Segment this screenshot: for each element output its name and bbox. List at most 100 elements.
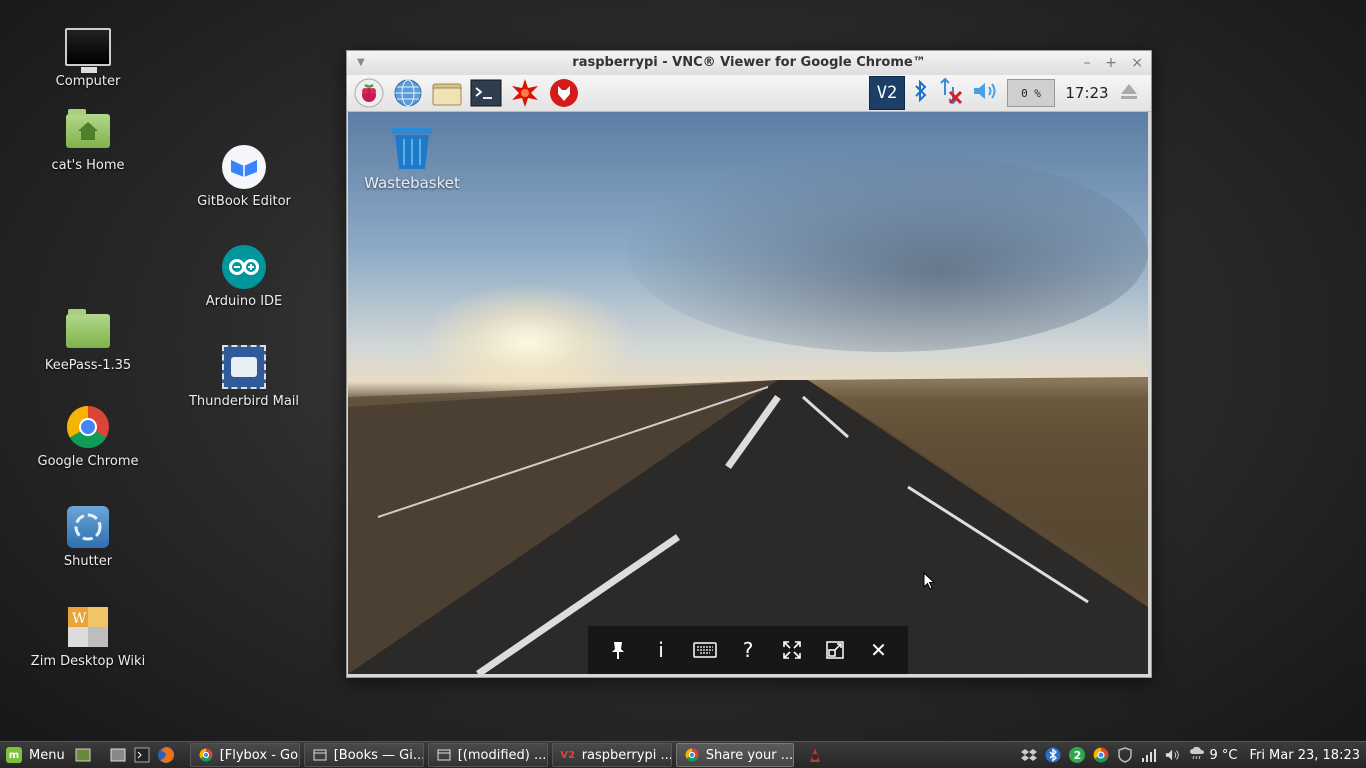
terminal-icon[interactable]: [470, 77, 502, 109]
weather-temperature: 9 °C: [1209, 747, 1238, 763]
cloud-rain-icon: [1189, 746, 1205, 764]
desktop-icon-label: GitBook Editor: [197, 194, 291, 209]
chrome-icon: [685, 748, 699, 762]
firefox-icon[interactable]: [157, 746, 175, 764]
fullscreen-icon[interactable]: [778, 636, 806, 664]
desktop-icon-label: KeePass-1.35: [44, 358, 132, 373]
desktop-icon-keepass[interactable]: KeePass-1.35: [28, 308, 148, 373]
files-icon[interactable]: [431, 77, 463, 109]
help-icon[interactable]: ?: [734, 636, 762, 664]
task-label: raspberrypi ...: [581, 747, 672, 763]
gitbook-icon: [221, 144, 267, 190]
globe-icon[interactable]: [392, 77, 424, 109]
mathematica-icon[interactable]: [509, 77, 541, 109]
chrome-icon: [199, 748, 213, 762]
raspberry-pi-panel: V2 0 % 17:23: [347, 75, 1151, 112]
desktop-icon-arduino[interactable]: Arduino IDE: [184, 244, 304, 309]
desktop-icon-label: Zim Desktop Wiki: [30, 654, 146, 669]
desktop-icon-shutter[interactable]: Shutter: [28, 504, 148, 569]
desktop-icon-chrome[interactable]: Google Chrome: [28, 404, 148, 469]
bluetooth-icon[interactable]: [1045, 747, 1061, 763]
network-disconnected-icon[interactable]: [937, 77, 963, 109]
trash-icon: [390, 126, 434, 170]
desktop-icon-computer[interactable]: Computer: [28, 24, 148, 89]
bluetooth-icon[interactable]: [913, 79, 929, 107]
task-label: [Flybox - Go...: [219, 747, 299, 763]
badge-count: 2: [1073, 748, 1082, 762]
clock-datetime[interactable]: Fri Mar 23, 18:23: [1249, 748, 1360, 763]
desktop-icon-label: Shutter: [63, 554, 113, 569]
scale-icon[interactable]: [821, 636, 849, 664]
folder-icon: [65, 308, 111, 354]
wolfram-icon[interactable]: [548, 77, 580, 109]
shield-icon[interactable]: [1117, 747, 1133, 763]
window-titlebar[interactable]: ▼ raspberrypi - VNC® Viewer for Google C…: [347, 51, 1151, 75]
cpu-usage-monitor[interactable]: 0 %: [1007, 79, 1055, 107]
minimize-button[interactable]: –: [1084, 55, 1091, 71]
task-label: [Books — Gi...: [333, 747, 424, 763]
taskbar-task-flybox[interactable]: [Flybox - Go...: [189, 743, 300, 767]
start-menu-button[interactable]: m Menu: [0, 742, 71, 768]
desktop-icon-label: Google Chrome: [37, 454, 139, 469]
pi-clock[interactable]: 17:23: [1063, 84, 1111, 102]
desktop-icon-thunderbird[interactable]: Thunderbird Mail: [184, 344, 304, 409]
zim-wiki-icon: W: [65, 604, 111, 650]
chrome-icon: [65, 404, 111, 450]
window-icon: [437, 748, 451, 762]
close-window-button[interactable]: ×: [1131, 55, 1143, 71]
vnc-icon: V2: [560, 749, 576, 761]
raspberry-icon[interactable]: [353, 77, 385, 109]
arduino-icon: [221, 244, 267, 290]
shutter-icon: [65, 504, 111, 550]
desktop-icon-label: cat's Home: [51, 158, 125, 173]
vnc-viewer-window: ▼ raspberrypi - VNC® Viewer for Google C…: [346, 50, 1152, 678]
window-title: raspberrypi - VNC® Viewer for Google Chr…: [572, 55, 926, 70]
svg-text:W: W: [72, 611, 87, 627]
taskbar-task-books[interactable]: [Books — Gi...: [303, 743, 424, 767]
cpu-usage-text: 0 %: [1021, 86, 1041, 100]
mouse-pointer-icon: [923, 571, 936, 594]
close-icon[interactable]: ✕: [865, 636, 893, 664]
terminal-icon[interactable]: [133, 746, 151, 764]
desktop-icon-gitbook[interactable]: GitBook Editor: [184, 144, 304, 209]
maximize-button[interactable]: +: [1105, 55, 1117, 71]
desktop-icon-home[interactable]: cat's Home: [28, 108, 148, 173]
info-icon[interactable]: i: [647, 636, 675, 664]
desktop-icon-label: Wastebasket: [364, 174, 460, 192]
menu-label: Menu: [29, 747, 65, 763]
desktop-icon-label: Computer: [55, 74, 121, 89]
dropbox-icon[interactable]: [1021, 747, 1038, 763]
keyboard-icon[interactable]: [691, 636, 719, 664]
taskbar-task-share[interactable]: Share your ...: [675, 743, 794, 767]
thunderbird-icon: [221, 344, 267, 390]
remote-desktop-viewport[interactable]: Wastebasket i ? ✕: [348, 112, 1148, 674]
vnc-icon[interactable]: V2: [869, 76, 905, 110]
system-tray: 2 9 °C Fri Mar 23, 18:23: [1013, 742, 1366, 768]
desktop-icon-label: Thunderbird Mail: [188, 394, 300, 409]
home-folder-icon: [65, 108, 111, 154]
desktop-icon-label: Arduino IDE: [205, 294, 283, 309]
file-manager-icon[interactable]: [109, 746, 127, 764]
window-icon: [313, 748, 327, 762]
desktop-icon-wastebasket[interactable]: Wastebasket: [362, 126, 462, 192]
notification-badge[interactable]: 2: [1069, 747, 1086, 763]
weather-indicator[interactable]: 9 °C: [1189, 746, 1237, 764]
taskbar: m Menu [Flybox - Go... [Books — Gi... [(…: [0, 741, 1366, 768]
computer-icon: [65, 24, 111, 73]
wallpaper-clouds: [628, 152, 1148, 352]
pin-icon[interactable]: [604, 636, 632, 664]
volume-icon[interactable]: [971, 79, 999, 107]
desktop-icon-zim[interactable]: W Zim Desktop Wiki: [28, 604, 148, 669]
taskbar-task-raspberrypi[interactable]: V2 raspberrypi ...: [551, 743, 672, 767]
vnc-floating-toolbar: i ? ✕: [588, 626, 908, 674]
show-desktop-icon[interactable]: [74, 746, 92, 764]
taskbar-task-modified[interactable]: [(modified) ...: [427, 743, 548, 767]
volume-icon[interactable]: [1165, 747, 1181, 763]
window-menu-icon[interactable]: ▼: [357, 51, 365, 75]
mint-logo-icon: m: [6, 747, 22, 763]
network-signal-icon[interactable]: [1141, 747, 1157, 763]
shutter-tray-icon[interactable]: [806, 746, 824, 764]
chrome-icon[interactable]: [1093, 747, 1109, 763]
eject-icon[interactable]: [1119, 81, 1139, 105]
task-label: Share your ...: [705, 747, 794, 763]
